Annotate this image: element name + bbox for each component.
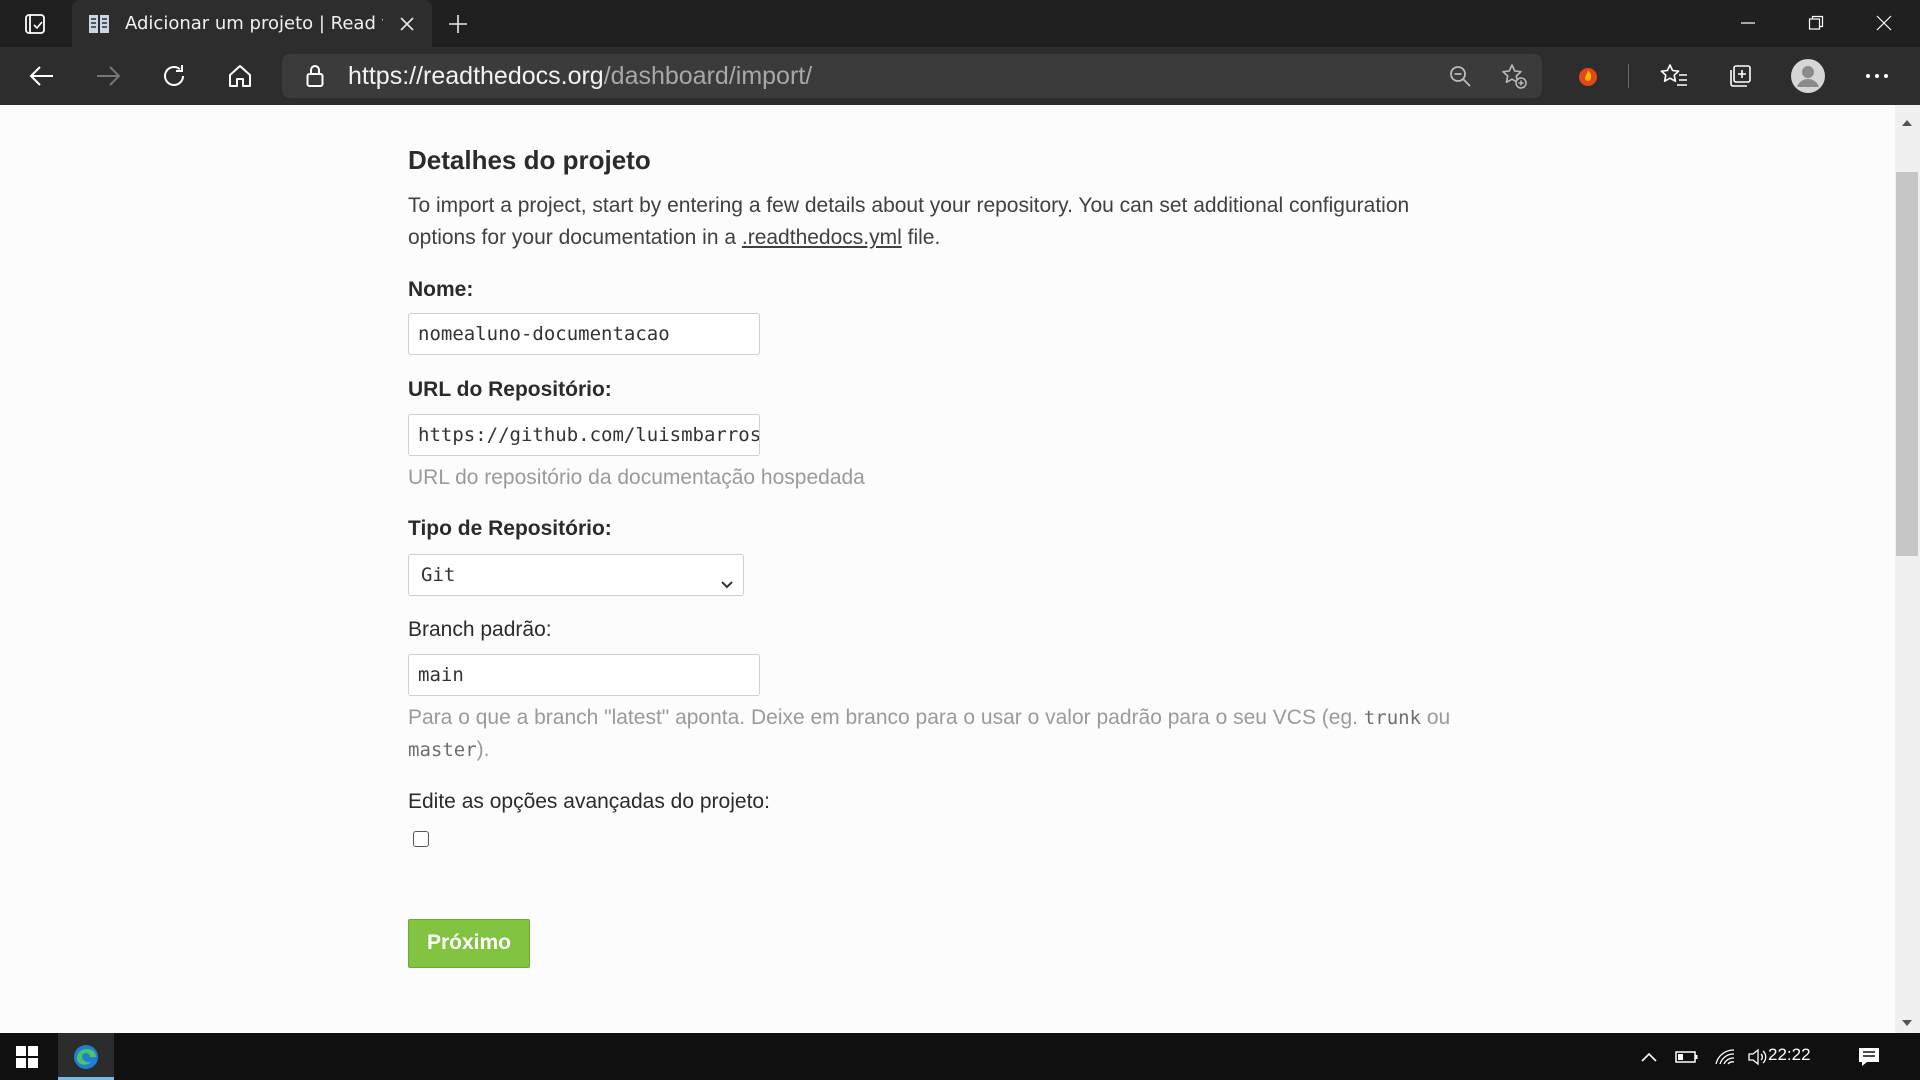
- next-button[interactable]: Próximo: [408, 919, 530, 968]
- forward-icon[interactable]: [88, 56, 128, 96]
- url-path: /dashboard/import/: [603, 62, 813, 90]
- page-scrollbar[interactable]: [1895, 105, 1920, 1033]
- name-input[interactable]: nomealuno-documentacao: [408, 313, 760, 355]
- taskbar-clock[interactable]: 22:22: [1768, 1045, 1811, 1065]
- scrollbar-thumb[interactable]: [1896, 172, 1918, 556]
- favorites-icon[interactable]: [1654, 56, 1694, 96]
- branch-help: Para o que a branch "latest" aponta. Dei…: [408, 702, 1468, 766]
- windows-taskbar: 22:22: [0, 1033, 1920, 1080]
- lock-icon[interactable]: [306, 64, 324, 92]
- extension-icon[interactable]: [1568, 56, 1608, 96]
- url-host: https://readthedocs.org: [348, 62, 604, 90]
- notification-icon[interactable]: [1852, 1033, 1886, 1080]
- toolbar-separator: [1628, 64, 1629, 88]
- edge-icon: [58, 1033, 114, 1080]
- collections-icon[interactable]: [1720, 56, 1760, 96]
- zoom-out-icon[interactable]: [1440, 56, 1480, 96]
- add-favorite-icon[interactable]: [1494, 56, 1534, 96]
- back-icon[interactable]: [22, 56, 62, 96]
- advanced-options-label: Edite as opções avançadas do projeto:: [408, 790, 770, 813]
- branch-help-trunk: trunk: [1363, 707, 1422, 729]
- chevron-up-icon[interactable]: [1636, 1033, 1662, 1080]
- windows-start-icon[interactable]: [0, 1033, 54, 1080]
- scroll-down-icon[interactable]: [1901, 1013, 1913, 1032]
- docs-favicon-icon: [88, 14, 110, 38]
- tab-title: Adicionar um projeto | Read the Docs: [125, 13, 383, 34]
- repo-type-label: Tipo de Repositório:: [408, 517, 612, 540]
- page-title: Detalhes do projeto: [408, 145, 651, 175]
- name-label: Nome:: [408, 278, 474, 301]
- repo-url-help: URL do repositório da documentação hospe…: [408, 466, 865, 489]
- wifi-icon[interactable]: [1710, 1033, 1740, 1080]
- restore-icon[interactable]: [1788, 0, 1844, 45]
- branch-help-end: ).: [476, 738, 490, 761]
- address-url: https://readthedocs.org/dashboard/import…: [348, 63, 812, 89]
- page-content: Detalhes do projeto To import a project,…: [0, 105, 1895, 1033]
- close-icon[interactable]: [396, 13, 418, 35]
- intro-text: To import a project, start by entering a…: [408, 190, 1468, 254]
- readthedocs-yml-link[interactable]: .readthedocs.yml: [742, 226, 902, 249]
- branch-help-master: master: [408, 739, 477, 761]
- branch-label: Branch padrão:: [408, 618, 552, 641]
- close-window-icon[interactable]: [1856, 0, 1912, 45]
- address-bar[interactable]: https://readthedocs.org/dashboard/import…: [282, 54, 1542, 98]
- intro-text-end: file.: [901, 226, 941, 249]
- refresh-icon[interactable]: [154, 56, 194, 96]
- battery-icon[interactable]: [1672, 1033, 1702, 1080]
- repo-url-input[interactable]: https://github.com/luismbarros: [408, 414, 760, 456]
- scroll-up-icon[interactable]: [1901, 113, 1913, 132]
- repo-type-selected: Git: [421, 564, 456, 586]
- more-icon[interactable]: [1857, 56, 1897, 96]
- minimize-icon[interactable]: [1720, 0, 1776, 45]
- repo-url-label: URL do Repositório:: [408, 378, 612, 401]
- taskbar-edge-button[interactable]: [58, 1033, 114, 1080]
- advanced-options-checkbox[interactable]: [413, 831, 429, 847]
- browser-toolbar: https://readthedocs.org/dashboard/import…: [0, 47, 1920, 105]
- profile-icon[interactable]: [1788, 56, 1828, 96]
- browser-tab-active[interactable]: Adicionar um projeto | Read the Docs: [72, 0, 432, 47]
- branch-input[interactable]: main: [408, 654, 760, 696]
- plus-icon[interactable]: [444, 10, 472, 38]
- browser-title-bar: Adicionar um projeto | Read the Docs: [0, 0, 1920, 47]
- home-icon[interactable]: [220, 56, 260, 96]
- repo-type-select[interactable]: Git: [408, 554, 744, 596]
- branch-help-or: ou: [1421, 706, 1451, 729]
- tab-actions-icon[interactable]: [17, 10, 53, 38]
- branch-help-start: Para o que a branch "latest" aponta. Dei…: [408, 706, 1364, 729]
- chevron-down-icon: [719, 566, 735, 606]
